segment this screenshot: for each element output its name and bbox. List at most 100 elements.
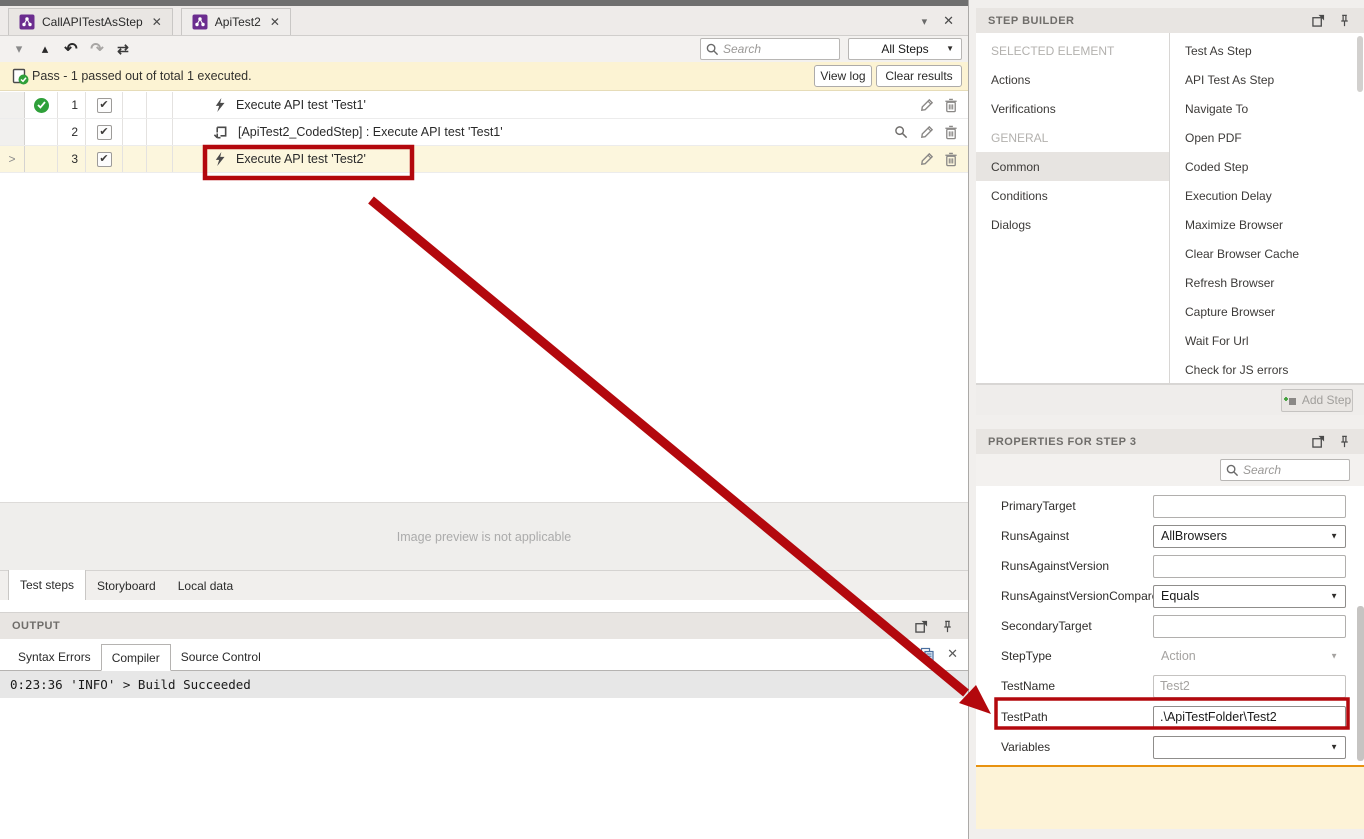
category-verifications[interactable]: Verifications [976,94,1169,123]
step-description-cell[interactable]: Execute API test 'Test1' [173,92,890,118]
close-tab-icon[interactable]: ✕ [152,15,162,29]
popout-panel-icon[interactable] [912,617,930,635]
edit-step-icon[interactable] [919,98,934,113]
testpath-input[interactable] [1153,706,1346,729]
test-file-icon [192,14,208,30]
add-step-label: Add Step [1302,393,1351,407]
redo-icon[interactable] [84,39,110,59]
category-common[interactable]: Common [976,152,1169,181]
chevron-down-icon: ▼ [1330,737,1338,758]
pin-panel-icon[interactable] [1335,433,1353,451]
test-step-row-1[interactable]: 1 Execute API test 'Test1' [0,92,968,119]
runsagainstversioncompare-dropdown[interactable]: Equals▼ [1153,585,1346,608]
item-execution-delay[interactable]: Execution Delay [1170,181,1358,210]
property-row-runsagainstversion: RunsAgainstVersion [976,551,1364,581]
test-step-row-2[interactable]: 2 [ApiTest2_CodedStep] : Execute API tes… [0,119,968,146]
coded-step-icon [213,125,228,140]
properties-search-input[interactable] [1243,460,1343,480]
item-maximize-browser[interactable]: Maximize Browser [1170,210,1358,239]
empty-cell [123,146,147,172]
property-row-variables: Variables ▼ [976,732,1364,762]
test-step-row-3[interactable]: > 3 Execute API test 'Test2' [0,146,968,173]
property-row-runsagainst: RunsAgainst AllBrowsers▼ [976,521,1364,551]
category-actions[interactable]: Actions [976,65,1169,94]
side-panels: STEP BUILDER SELECTED ELEMENT Actions Ve… [968,0,1364,839]
delete-step-icon[interactable] [944,125,958,140]
search-icon [1226,464,1239,477]
pin-panel-icon[interactable] [938,617,956,635]
item-api-test-as-step[interactable]: API Test As Step [1170,65,1358,94]
doc-tab-apitest2[interactable]: ApiTest2 ✕ [181,8,291,35]
item-refresh-browser[interactable]: Refresh Browser [1170,268,1358,297]
category-general[interactable]: GENERAL [976,123,1169,152]
item-wait-for-url[interactable]: Wait For Url [1170,326,1358,355]
doc-tab-callapitestasstep[interactable]: CallAPITestAsStep ✕ [8,8,173,35]
view-code-icon[interactable] [894,125,909,140]
step-enabled-checkbox[interactable] [97,98,112,113]
item-test-as-step[interactable]: Test As Step [1170,36,1358,65]
popout-panel-icon[interactable] [1309,433,1327,451]
undo-icon[interactable] [58,39,84,59]
tab-compiler[interactable]: Compiler [101,644,171,671]
category-dialogs[interactable]: Dialogs [976,210,1169,239]
step-description: Execute API test 'Test2' [236,152,366,166]
view-log-button[interactable]: View log [814,65,872,87]
empty-cell [147,92,173,118]
move-step-up-icon[interactable] [32,41,58,57]
popout-panel-icon[interactable] [1309,12,1327,30]
image-preview-message: Image preview is not applicable [397,530,571,544]
item-open-pdf[interactable]: Open PDF [1170,123,1358,152]
property-row-testname: TestName [976,671,1364,701]
tab-storyboard[interactable]: Storyboard [86,571,167,600]
category-selected-element[interactable]: SELECTED ELEMENT [976,36,1169,65]
toolbar-dropdown-icon[interactable] [6,41,32,57]
tab-syntax-errors[interactable]: Syntax Errors [8,644,101,670]
runsagainst-dropdown[interactable]: AllBrowsers▼ [1153,525,1346,548]
delete-step-icon[interactable] [944,152,958,167]
steps-filter-dropdown[interactable]: All Steps ▼ [848,38,962,60]
edit-step-icon[interactable] [919,152,934,167]
dropdown-value: AllBrowsers [1161,529,1227,543]
item-navigate-to[interactable]: Navigate To [1170,94,1358,123]
copy-output-icon[interactable] [920,647,935,662]
empty-cell [123,92,147,118]
variables-dropdown[interactable]: ▼ [1153,736,1346,759]
pin-panel-icon[interactable] [1335,12,1353,30]
edit-step-icon[interactable] [919,125,934,140]
primarytarget-input[interactable] [1153,495,1346,518]
tab-source-control[interactable]: Source Control [171,644,271,670]
delete-step-icon[interactable] [944,98,958,113]
property-row-testpath: TestPath [976,702,1364,732]
clear-output-icon[interactable]: ✕ [947,646,958,662]
step-number: 1 [58,92,86,118]
secondarytarget-input[interactable] [1153,615,1346,638]
scrollbar-thumb[interactable] [1357,606,1364,761]
item-capture-browser[interactable]: Capture Browser [1170,297,1358,326]
property-label: TestName [1001,679,1055,693]
tab-local-data[interactable]: Local data [167,571,244,600]
convert-step-icon[interactable] [110,41,136,58]
step-builder-header: STEP BUILDER [976,8,1364,33]
close-tab-icon[interactable]: ✕ [270,15,280,29]
tab-test-steps[interactable]: Test steps [8,570,86,600]
item-check-for-js-errors[interactable]: Check for JS errors [1170,355,1358,384]
close-document-icon[interactable]: ✕ [943,13,954,29]
step-enabled-checkbox[interactable] [97,152,112,167]
item-coded-step[interactable]: Coded Step [1170,152,1358,181]
add-step-button[interactable]: Add Step [1281,389,1353,412]
row-selector-gutter: > [0,146,25,172]
scrollbar-thumb[interactable] [1357,36,1363,92]
property-row-secondarytarget: SecondaryTarget [976,611,1364,641]
runsagainstversion-input[interactable] [1153,555,1346,578]
item-clear-browser-cache[interactable]: Clear Browser Cache [1170,239,1358,268]
clear-results-button[interactable]: Clear results [876,65,962,87]
step-description-cell[interactable]: [ApiTest2_CodedStep] : Execute API test … [173,119,890,145]
step-enabled-checkbox[interactable] [97,125,112,140]
tab-list-dropdown-icon[interactable] [922,14,928,28]
steps-toolbar: All Steps ▼ [0,36,968,62]
steps-search-input[interactable] [723,39,835,59]
step-description-cell[interactable]: Execute API test 'Test2' [173,146,890,172]
chevron-down-icon: ▼ [1330,586,1338,607]
step-builder-body: SELECTED ELEMENT Actions Verifications G… [976,33,1364,384]
category-conditions[interactable]: Conditions [976,181,1169,210]
